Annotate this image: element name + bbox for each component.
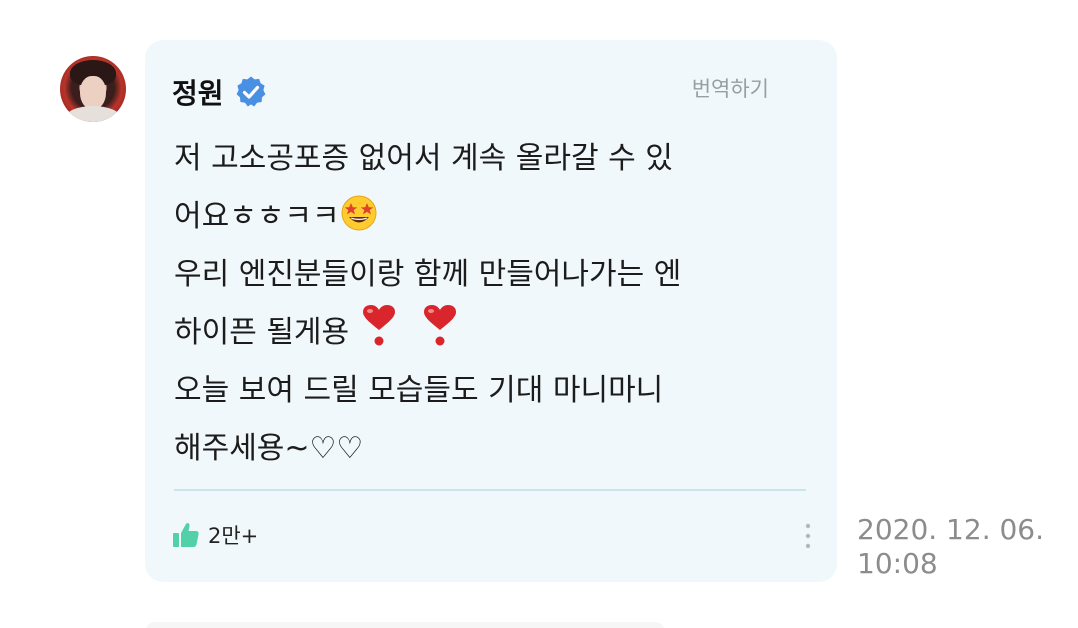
- comment-line: 어요ㅎㅎㅋㅋ: [174, 199, 340, 234]
- comment-line-with-emoji: 어요ㅎㅎㅋㅋ: [174, 188, 804, 246]
- star-struck-emoji: [341, 195, 377, 231]
- comment-line-with-emoji: 하이픈 될게용: [174, 304, 804, 362]
- heavy-heart-exclamation-emoji: [362, 305, 395, 346]
- comment-header: 정원: [172, 72, 268, 112]
- timestamp-time: 10:08: [857, 547, 938, 580]
- avatar-face: [80, 76, 106, 110]
- thumbs-up-icon: [173, 523, 199, 547]
- next-comment-card: [145, 622, 665, 628]
- like-count: 2만+: [208, 524, 259, 548]
- comment-text: 저 고소공포증 없어서 계속 올라갈 수 있 어요ㅎㅎㅋㅋ 우리 엔진분들이랑 …: [174, 130, 804, 478]
- heavy-heart-exclamation-emoji: [424, 305, 457, 346]
- comment-timestamp: 2020. 12. 06. 10:08: [857, 513, 1044, 581]
- comment-line: 하이픈 될게용: [174, 315, 350, 350]
- divider: [174, 489, 806, 491]
- like-button[interactable]: 2만+: [172, 520, 258, 550]
- translate-button[interactable]: 번역하기: [692, 73, 769, 103]
- verified-badge-icon: [236, 76, 265, 107]
- author-name[interactable]: 정원: [172, 72, 224, 112]
- comment-line: 해주세용~♡♡: [174, 431, 364, 466]
- comment-line: 우리 엔진분들이랑 함께 만들어나가는 엔: [174, 257, 682, 292]
- comment-line: 오늘 보여 드릴 모습들도 기대 마니마니: [174, 373, 664, 408]
- avatar-shoulder: [66, 106, 120, 122]
- comment-line: 저 고소공포증 없어서 계속 올라갈 수 있: [174, 141, 673, 176]
- more-vertical-icon[interactable]: [805, 522, 811, 550]
- comment-screen: 정원 번역하기 저 고소공포증 없어서 계속 올라갈 수 있 어요ㅎㅎㅋㅋ 우리…: [0, 0, 1078, 628]
- avatar[interactable]: [60, 56, 126, 122]
- comment-card: 정원 번역하기 저 고소공포증 없어서 계속 올라갈 수 있 어요ㅎㅎㅋㅋ 우리…: [145, 40, 837, 582]
- timestamp-date: 2020. 12. 06.: [857, 513, 1045, 546]
